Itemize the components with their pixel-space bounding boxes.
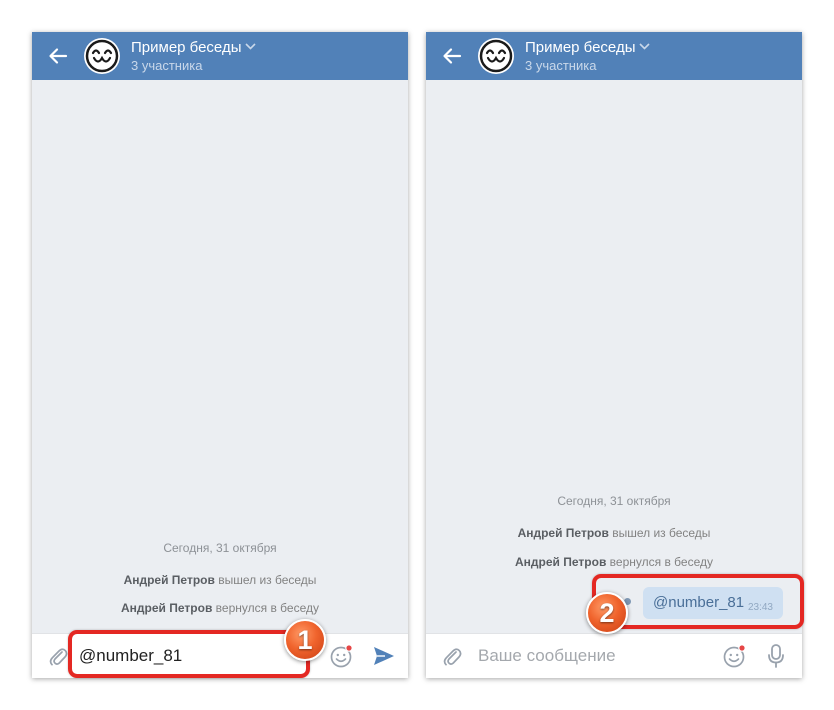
conversation-title-block[interactable]: Пример беседы 3 участника [525,39,651,74]
conversation-avatar[interactable] [84,38,120,74]
system-action-text: вернулся в беседу [212,601,319,615]
send-button[interactable] [371,634,397,678]
system-user-name: Андрей Петров [517,526,609,540]
system-action-text: вышел из беседы [214,573,317,587]
highlight-input-box [68,630,310,678]
microphone-icon [768,644,784,668]
conversation-title: Пример беседы [525,39,636,56]
paperclip-icon [443,648,462,666]
date-separator: Сегодня, 31 октября [163,541,277,555]
step-badge-1: 1 [284,619,326,661]
system-message-returned: Андрей Петров вернулся в беседу [426,555,802,569]
conversation-avatar[interactable] [478,38,514,74]
attach-button[interactable] [440,634,464,678]
system-user-name: Андрей Петров [121,601,213,615]
send-icon [374,647,394,665]
date-separator: Сегодня, 31 октября [557,494,671,508]
system-message-returned: Андрей Петров вернулся в беседу [32,601,408,615]
step-badge-2: 2 [586,592,628,634]
emoji-icon [723,644,746,668]
conversation-subtitle: 3 участника [525,58,597,73]
emoji-icon [330,644,353,668]
system-action-text: вышел из беседы [608,526,711,540]
system-user-name: Андрей Петров [515,555,607,569]
conversation-title-block[interactable]: Пример беседы 3 участника [131,39,257,74]
chevron-down-icon [245,43,257,50]
avatar-face-icon [85,39,119,73]
emoji-button[interactable] [329,634,355,678]
attach-button[interactable] [46,634,70,678]
system-user-name: Андрей Петров [123,573,215,587]
voice-message-button[interactable] [764,634,788,678]
system-message-left: Андрей Петров вышел из беседы [32,573,408,587]
system-message-left: Андрей Петров вышел из беседы [426,526,802,540]
chevron-down-icon [639,43,651,50]
app-bar: Пример беседы 3 участника [32,32,408,80]
message-input[interactable]: Ваше сообщение [478,646,616,666]
back-arrow-icon[interactable] [441,45,463,67]
paperclip-icon [49,648,68,666]
back-arrow-icon[interactable] [47,45,69,67]
avatar-face-icon [479,39,513,73]
conversation-title: Пример беседы [131,39,242,56]
emoji-button[interactable] [722,634,748,678]
phone-screen-left: Пример беседы 3 участника Сегодня, 31 ок… [32,32,408,678]
app-bar: Пример беседы 3 участника [426,32,802,80]
message-input-bar: Ваше сообщение [426,633,802,678]
system-action-text: вернулся в беседу [606,555,713,569]
conversation-subtitle: 3 участника [131,58,203,73]
